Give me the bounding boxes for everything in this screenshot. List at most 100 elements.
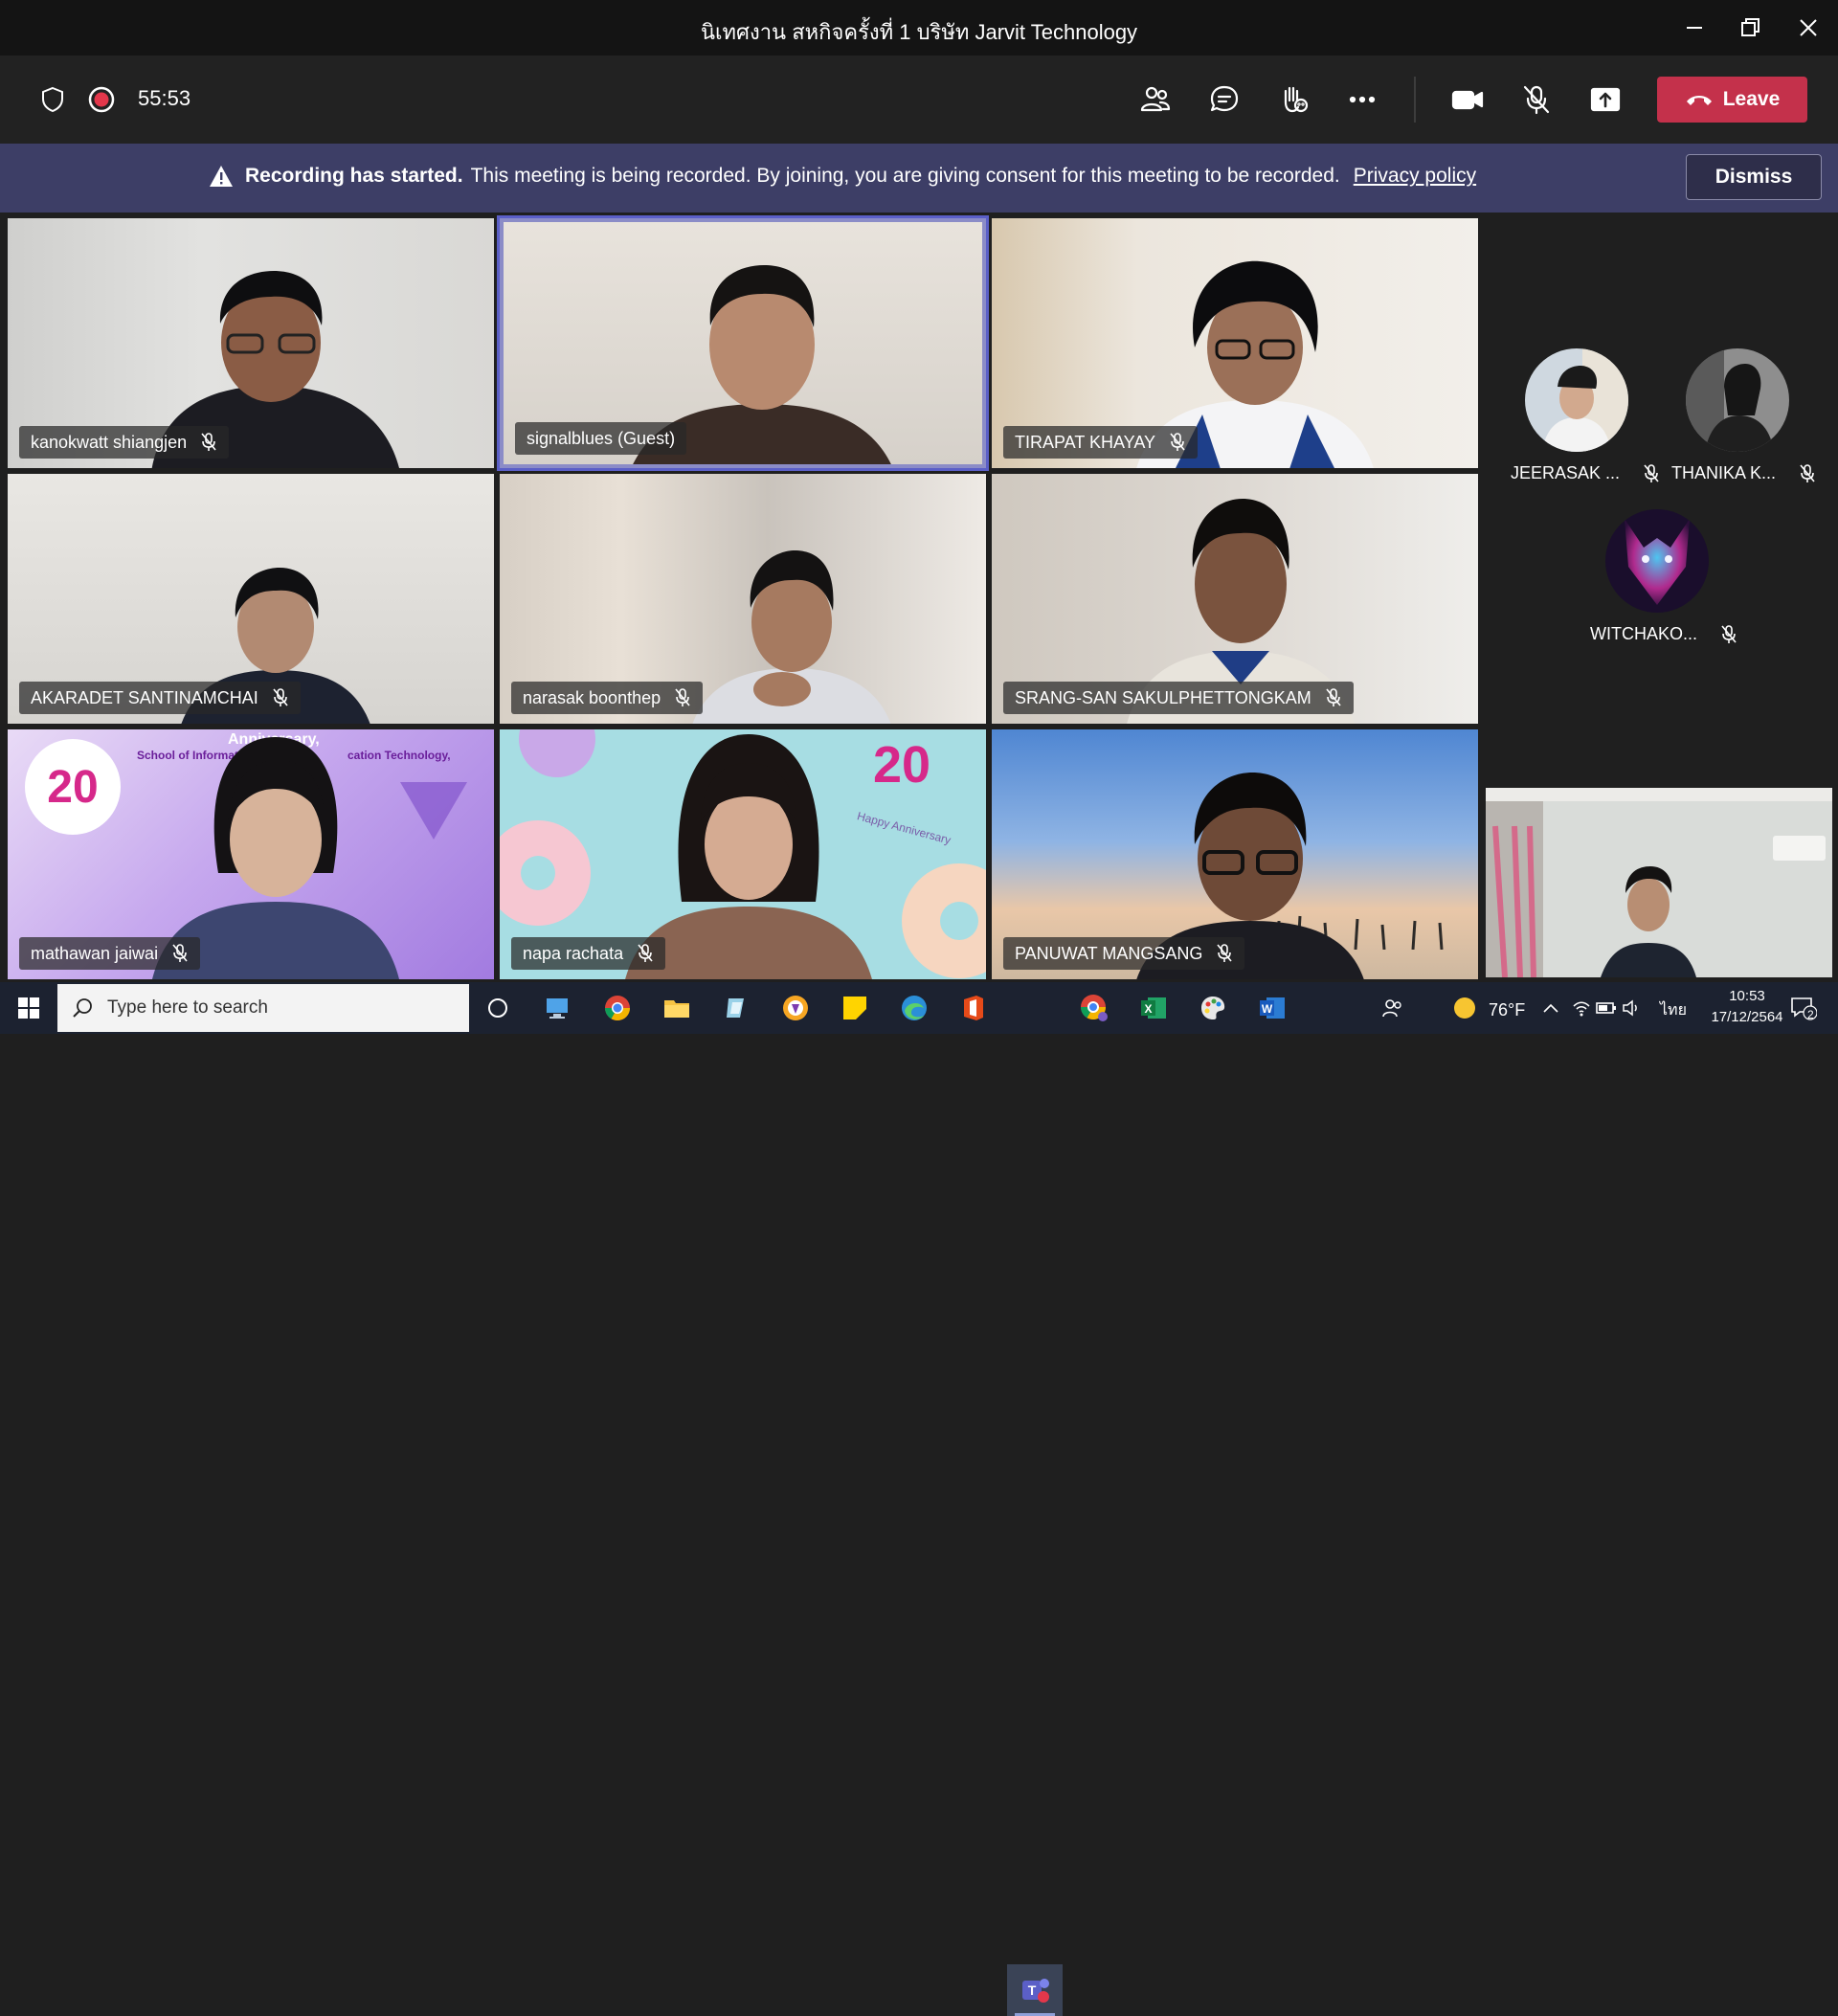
participant-tile[interactable]: TIRAPAT KHAYAY xyxy=(992,218,1478,468)
microphone-muted-icon xyxy=(675,688,690,706)
microphone-muted-icon xyxy=(1800,463,1815,482)
notifications-button[interactable]: 2 xyxy=(1783,988,1824,1028)
input-language[interactable]: ไทย xyxy=(1660,998,1687,1022)
taskbar-app-sticky-notes[interactable] xyxy=(835,988,875,1028)
participant-avatar[interactable] xyxy=(1605,509,1709,613)
minimize-icon xyxy=(1687,27,1702,29)
speaker-icon xyxy=(1623,999,1637,1017)
microphone-muted-icon xyxy=(1523,85,1550,115)
anniversary-logo: 20 xyxy=(873,736,931,794)
reactions-button[interactable] xyxy=(1270,77,1316,123)
sticky-notes-icon xyxy=(843,997,866,1019)
excel-icon: X xyxy=(1141,997,1166,1019)
participant-nameplate: kanokwatt shiangjen xyxy=(19,426,230,459)
participant-tile[interactable]: kanokwatt shiangjen xyxy=(8,218,494,468)
banner-message: Recording has started. This meeting is b… xyxy=(209,165,1476,188)
participant-tile[interactable]: 20 Happy Anniversary napa rachata xyxy=(500,729,986,979)
participant-name: narasak boonthep xyxy=(523,687,661,707)
microphone-muted-icon xyxy=(638,944,653,962)
taskbar-app-chrome[interactable] xyxy=(597,988,638,1028)
participant-tile[interactable]: narasak boonthep xyxy=(500,474,986,724)
taskbar-app-file-explorer[interactable] xyxy=(657,988,697,1028)
leave-button[interactable]: Leave xyxy=(1657,77,1807,123)
task-view-button[interactable] xyxy=(478,988,518,1028)
microphone-muted-icon xyxy=(1217,944,1232,962)
weather-widget-icon[interactable] xyxy=(1445,988,1485,1028)
anniversary-logo: 20 xyxy=(25,739,121,835)
windows-logo-icon xyxy=(18,997,39,1019)
more-actions-button[interactable] xyxy=(1339,77,1385,123)
microphone-muted-icon xyxy=(1170,433,1185,451)
word-icon: W xyxy=(1260,997,1285,1019)
clock-date[interactable]: 17/12/2564 xyxy=(1704,1009,1790,1025)
camera-button[interactable] xyxy=(1445,77,1491,123)
participant-nameplate: mathawan jaiwai xyxy=(19,937,201,970)
chat-button[interactable] xyxy=(1201,77,1247,123)
microphone-muted-icon xyxy=(172,944,188,962)
self-view-video[interactable] xyxy=(1486,788,1832,977)
participant-name: SRANG-SAN SAKULPHETTONGKAM xyxy=(1015,687,1311,707)
people-button[interactable] xyxy=(1373,988,1413,1028)
participant-tile[interactable]: AKARADET SANTINAMCHAI xyxy=(8,474,494,724)
search-placeholder: Type here to search xyxy=(107,997,268,1018)
chrome-profile-icon xyxy=(1080,995,1108,1021)
roster-entry: WITCHAKO... xyxy=(1590,624,1737,644)
chevron-up-icon xyxy=(1543,1003,1558,1013)
notification-count: 2 xyxy=(1807,1008,1814,1021)
share-button[interactable] xyxy=(1582,77,1628,123)
taskbar-app-edge[interactable] xyxy=(894,988,934,1028)
start-button[interactable] xyxy=(9,988,49,1028)
warning-icon xyxy=(210,166,233,187)
participant-tile[interactable]: PANUWAT MANGSANG xyxy=(992,729,1478,979)
brave-like-icon xyxy=(783,996,808,1020)
participant-name: AKARADET SANTINAMCHAI xyxy=(31,687,258,707)
participant-name: TIRAPAT KHAYAY xyxy=(1015,432,1156,452)
participants-button[interactable] xyxy=(1132,77,1178,123)
microphone-button[interactable] xyxy=(1513,77,1559,123)
participant-tile-active-speaker[interactable]: signalblues (Guest) xyxy=(497,215,989,471)
recording-banner: Recording has started. This meeting is b… xyxy=(0,144,1838,213)
taskbar-app-paint-3d[interactable] xyxy=(1193,988,1233,1028)
palette-icon xyxy=(1201,997,1225,1019)
title-bar: นิเทศงาน สหกิจครั้งที่ 1 บริษัท Jarvit T… xyxy=(0,0,1838,56)
chat-icon xyxy=(1210,85,1239,112)
people-icon xyxy=(1140,86,1171,112)
search-icon xyxy=(73,998,92,1018)
weather-temperature[interactable]: 76°F xyxy=(1489,1000,1525,1020)
restore-button[interactable] xyxy=(1734,11,1768,44)
sun-icon xyxy=(1454,997,1475,1019)
taskbar-app-explorer[interactable] xyxy=(537,988,577,1028)
taskbar-app-paint[interactable] xyxy=(716,988,756,1028)
decorative-triangle xyxy=(400,782,467,840)
close-icon xyxy=(1800,19,1817,36)
participant-tile[interactable]: 20 Anniversary, School of Informati cati… xyxy=(8,729,494,979)
taskbar-app-chrome-2[interactable] xyxy=(1074,988,1114,1028)
minimize-button[interactable] xyxy=(1677,11,1712,44)
volume-button[interactable] xyxy=(1611,988,1651,1028)
taskbar-app-teams-active[interactable]: T xyxy=(1007,1964,1063,2016)
computer-icon xyxy=(547,998,568,1019)
shield-icon xyxy=(40,86,65,113)
microphone-muted-icon xyxy=(201,433,216,451)
clock-time[interactable]: 10:53 xyxy=(1718,988,1776,1004)
avatar-image xyxy=(1525,348,1628,452)
taskbar-search-input[interactable]: Type here to search xyxy=(57,984,469,1032)
svg-text:X: X xyxy=(1144,1002,1152,1016)
participant-avatar[interactable] xyxy=(1686,348,1789,452)
toolbar-divider xyxy=(1414,77,1416,123)
taskbar-app-excel[interactable]: X xyxy=(1133,988,1174,1028)
close-button[interactable] xyxy=(1791,11,1826,44)
participant-video xyxy=(692,550,891,724)
participant-tile[interactable]: SRANG-SAN SAKULPHETTONGKAM xyxy=(992,474,1478,724)
taskbar-app-office[interactable] xyxy=(953,988,994,1028)
microphone-muted-icon xyxy=(1721,624,1737,643)
taskbar-app-word[interactable]: W xyxy=(1252,988,1292,1028)
self-view-image xyxy=(1486,788,1832,977)
taskbar-app-browser[interactable] xyxy=(775,988,816,1028)
participant-nameplate: napa rachata xyxy=(511,937,666,970)
share-screen-icon xyxy=(1590,87,1621,112)
privacy-policy-link[interactable]: Privacy policy xyxy=(1354,165,1476,188)
participant-avatar[interactable] xyxy=(1525,348,1628,452)
participant-nameplate: TIRAPAT KHAYAY xyxy=(1003,426,1199,459)
dismiss-button[interactable]: Dismiss xyxy=(1686,154,1822,200)
